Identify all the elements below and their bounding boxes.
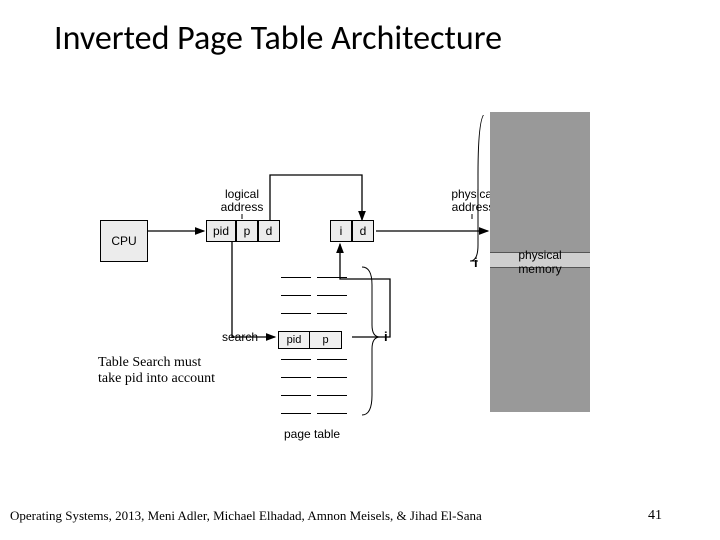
logical-p-cell: p bbox=[236, 220, 258, 242]
note-line2: take pid into account bbox=[98, 371, 215, 387]
architecture-diagram: CPU logical address pid p d physical add… bbox=[100, 115, 590, 455]
page-table-matched-row: pid p bbox=[278, 331, 350, 349]
slide-title: Inverted Page Table Architecture bbox=[54, 18, 502, 59]
physical-d-cell: d bbox=[352, 220, 374, 242]
physical-memory-label: physical memory bbox=[518, 248, 561, 276]
logical-d-cell: d bbox=[258, 220, 280, 242]
page-table-p-cell: p bbox=[310, 331, 342, 349]
footer-text: Operating Systems, 2013, Meni Adler, Mic… bbox=[10, 508, 482, 524]
physical-i-cell: i bbox=[330, 220, 352, 242]
cpu-box: CPU bbox=[100, 220, 148, 262]
search-label: search bbox=[222, 330, 258, 344]
logical-address-label: logical address bbox=[212, 188, 272, 214]
page-table-pid-cell: pid bbox=[278, 331, 310, 349]
logical-pid-cell: pid bbox=[206, 220, 236, 242]
page-table: pid p bbox=[278, 267, 350, 421]
note-text: Table Search must take pid into account bbox=[98, 355, 215, 387]
memory-i-label: i bbox=[474, 255, 478, 270]
page-table-i-label: i bbox=[384, 329, 388, 344]
page-number: 41 bbox=[648, 508, 662, 524]
physical-memory-block: physical memory bbox=[490, 112, 590, 412]
page-table-label: page table bbox=[284, 427, 340, 441]
note-line1: Table Search must bbox=[98, 355, 215, 371]
